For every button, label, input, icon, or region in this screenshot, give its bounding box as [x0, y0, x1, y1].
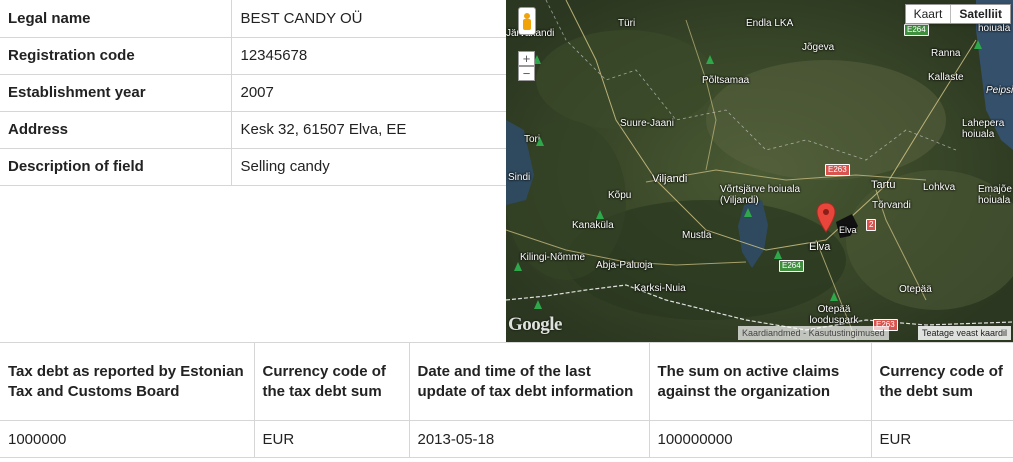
- place-label: Ranna: [931, 48, 961, 59]
- zoom-out-button[interactable]: −: [518, 66, 535, 81]
- park-icon: [744, 208, 752, 217]
- road-shield: E264: [779, 260, 804, 272]
- active-claims-value: 100000000: [648, 420, 872, 458]
- park-icon: [534, 300, 542, 309]
- address-label: Address: [0, 111, 232, 149]
- company-info-table: Legal name BEST CANDY OÜ Registration co…: [0, 0, 506, 186]
- place-label: Lohkva: [923, 182, 956, 193]
- place-label: Viljandi: [652, 173, 688, 185]
- establishment-year-label: Establishment year: [0, 74, 232, 112]
- column-header-active-claims: The sum on active claims against the org…: [648, 342, 872, 421]
- place-label: Mustla: [682, 230, 712, 241]
- description-value: Selling candy: [231, 148, 506, 186]
- tax-currency-value: EUR: [253, 420, 410, 458]
- table-row: Registration code 12345678: [0, 37, 506, 75]
- report-map-error-link[interactable]: Teatage veast kaardil: [917, 326, 1011, 340]
- terms-of-use-link[interactable]: Kasutustingimused: [809, 328, 885, 338]
- place-label: Tõrvandi: [872, 200, 911, 211]
- place-label: Võrtsjärve hoiuala (Viljandi): [720, 184, 801, 206]
- street-view-pegman-icon[interactable]: [518, 7, 536, 35]
- park-icon: [830, 292, 838, 301]
- place-label: Kanaküla: [572, 220, 614, 231]
- address-value: Kesk 32, 61507 Elva, EE: [231, 111, 506, 149]
- column-header-tax-debt: Tax debt as reported by Estonian Tax and…: [0, 342, 255, 421]
- attribution-separator: -: [803, 328, 807, 338]
- registration-code-value: 12345678: [231, 37, 506, 75]
- place-label: Põltsamaa: [702, 75, 750, 86]
- place-label: Kallaste: [928, 72, 964, 83]
- column-header-tax-currency: Currency code of the tax debt sum: [253, 342, 410, 421]
- map-pin-icon[interactable]: [816, 202, 836, 234]
- map-type-satelliit-button[interactable]: Satelliit: [950, 5, 1010, 23]
- location-map[interactable]: Järvakandi Türi Endla LKA Jõgeva Ranna K…: [506, 0, 1013, 342]
- establishment-year-value: 2007: [231, 74, 506, 112]
- place-label: Otepää looduspark: [809, 304, 859, 326]
- google-logo[interactable]: Google: [508, 314, 563, 336]
- tax-debt-table: Tax debt as reported by Estonian Tax and…: [0, 342, 1013, 458]
- place-label: hoiuala: [978, 23, 1011, 34]
- place-label: Emajõe hoiuala: [978, 184, 1012, 206]
- table-row: Description of field Selling candy: [0, 148, 506, 186]
- map-type-kaart-button[interactable]: Kaart: [906, 5, 951, 23]
- map-type-control: Kaart Satelliit: [904, 4, 1011, 24]
- park-icon: [596, 210, 604, 219]
- legal-name-label: Legal name: [0, 0, 232, 38]
- place-label: Endla LKA: [746, 18, 794, 29]
- last-update-value: 2013-05-18: [408, 420, 650, 458]
- map-data-link[interactable]: Kaardiandmed: [742, 328, 801, 338]
- column-header-debt-currency: Currency code of the debt sum: [870, 342, 1013, 421]
- park-icon: [774, 250, 782, 259]
- tax-debt-value: 1000000: [0, 420, 255, 458]
- registration-code-label: Registration code: [0, 37, 232, 75]
- place-label: Tartu: [871, 179, 896, 191]
- place-label: Kilingi-Nõmme: [520, 252, 586, 263]
- park-icon: [536, 137, 544, 146]
- place-label: Jõgeva: [802, 42, 835, 53]
- table-row: Establishment year 2007: [0, 74, 506, 112]
- table-row: 1000000 EUR 2013-05-18 100000000 EUR: [0, 420, 1013, 458]
- table-header-row: Tax debt as reported by Estonian Tax and…: [0, 342, 1013, 421]
- place-label: Elva: [839, 225, 857, 235]
- table-row: Address Kesk 32, 61507 Elva, EE: [0, 111, 506, 149]
- place-label: Elva: [809, 241, 831, 253]
- park-icon: [706, 55, 714, 64]
- place-label: Abja-Paluoja: [596, 260, 653, 271]
- place-label: Kõpu: [608, 190, 632, 201]
- column-header-last-update: Date and time of the last update of tax …: [408, 342, 650, 421]
- map-attribution: Kaardiandmed - Kasutustingimused: [738, 326, 889, 340]
- road-shield: E264: [904, 24, 929, 36]
- place-label: Karksi-Nuia: [634, 283, 686, 294]
- road-shield: 2: [866, 219, 877, 231]
- place-label: Otepää: [899, 284, 932, 295]
- legal-name-value: BEST CANDY OÜ: [231, 0, 506, 38]
- park-icon: [974, 40, 982, 49]
- place-label: Türi: [618, 18, 636, 29]
- pegman-body: [523, 19, 531, 30]
- debt-currency-value: EUR: [870, 420, 1013, 458]
- place-label: Suure-Jaani: [620, 118, 674, 129]
- park-icon: [514, 262, 522, 271]
- place-label: Lahepera hoiuala: [962, 118, 1005, 140]
- road-shield: E263: [825, 164, 850, 176]
- place-label: Peipsi: [986, 85, 1013, 96]
- description-label: Description of field: [0, 148, 232, 186]
- zoom-in-button[interactable]: +: [518, 51, 535, 66]
- table-row: Legal name BEST CANDY OÜ: [0, 0, 506, 38]
- place-label: Sindi: [508, 172, 531, 183]
